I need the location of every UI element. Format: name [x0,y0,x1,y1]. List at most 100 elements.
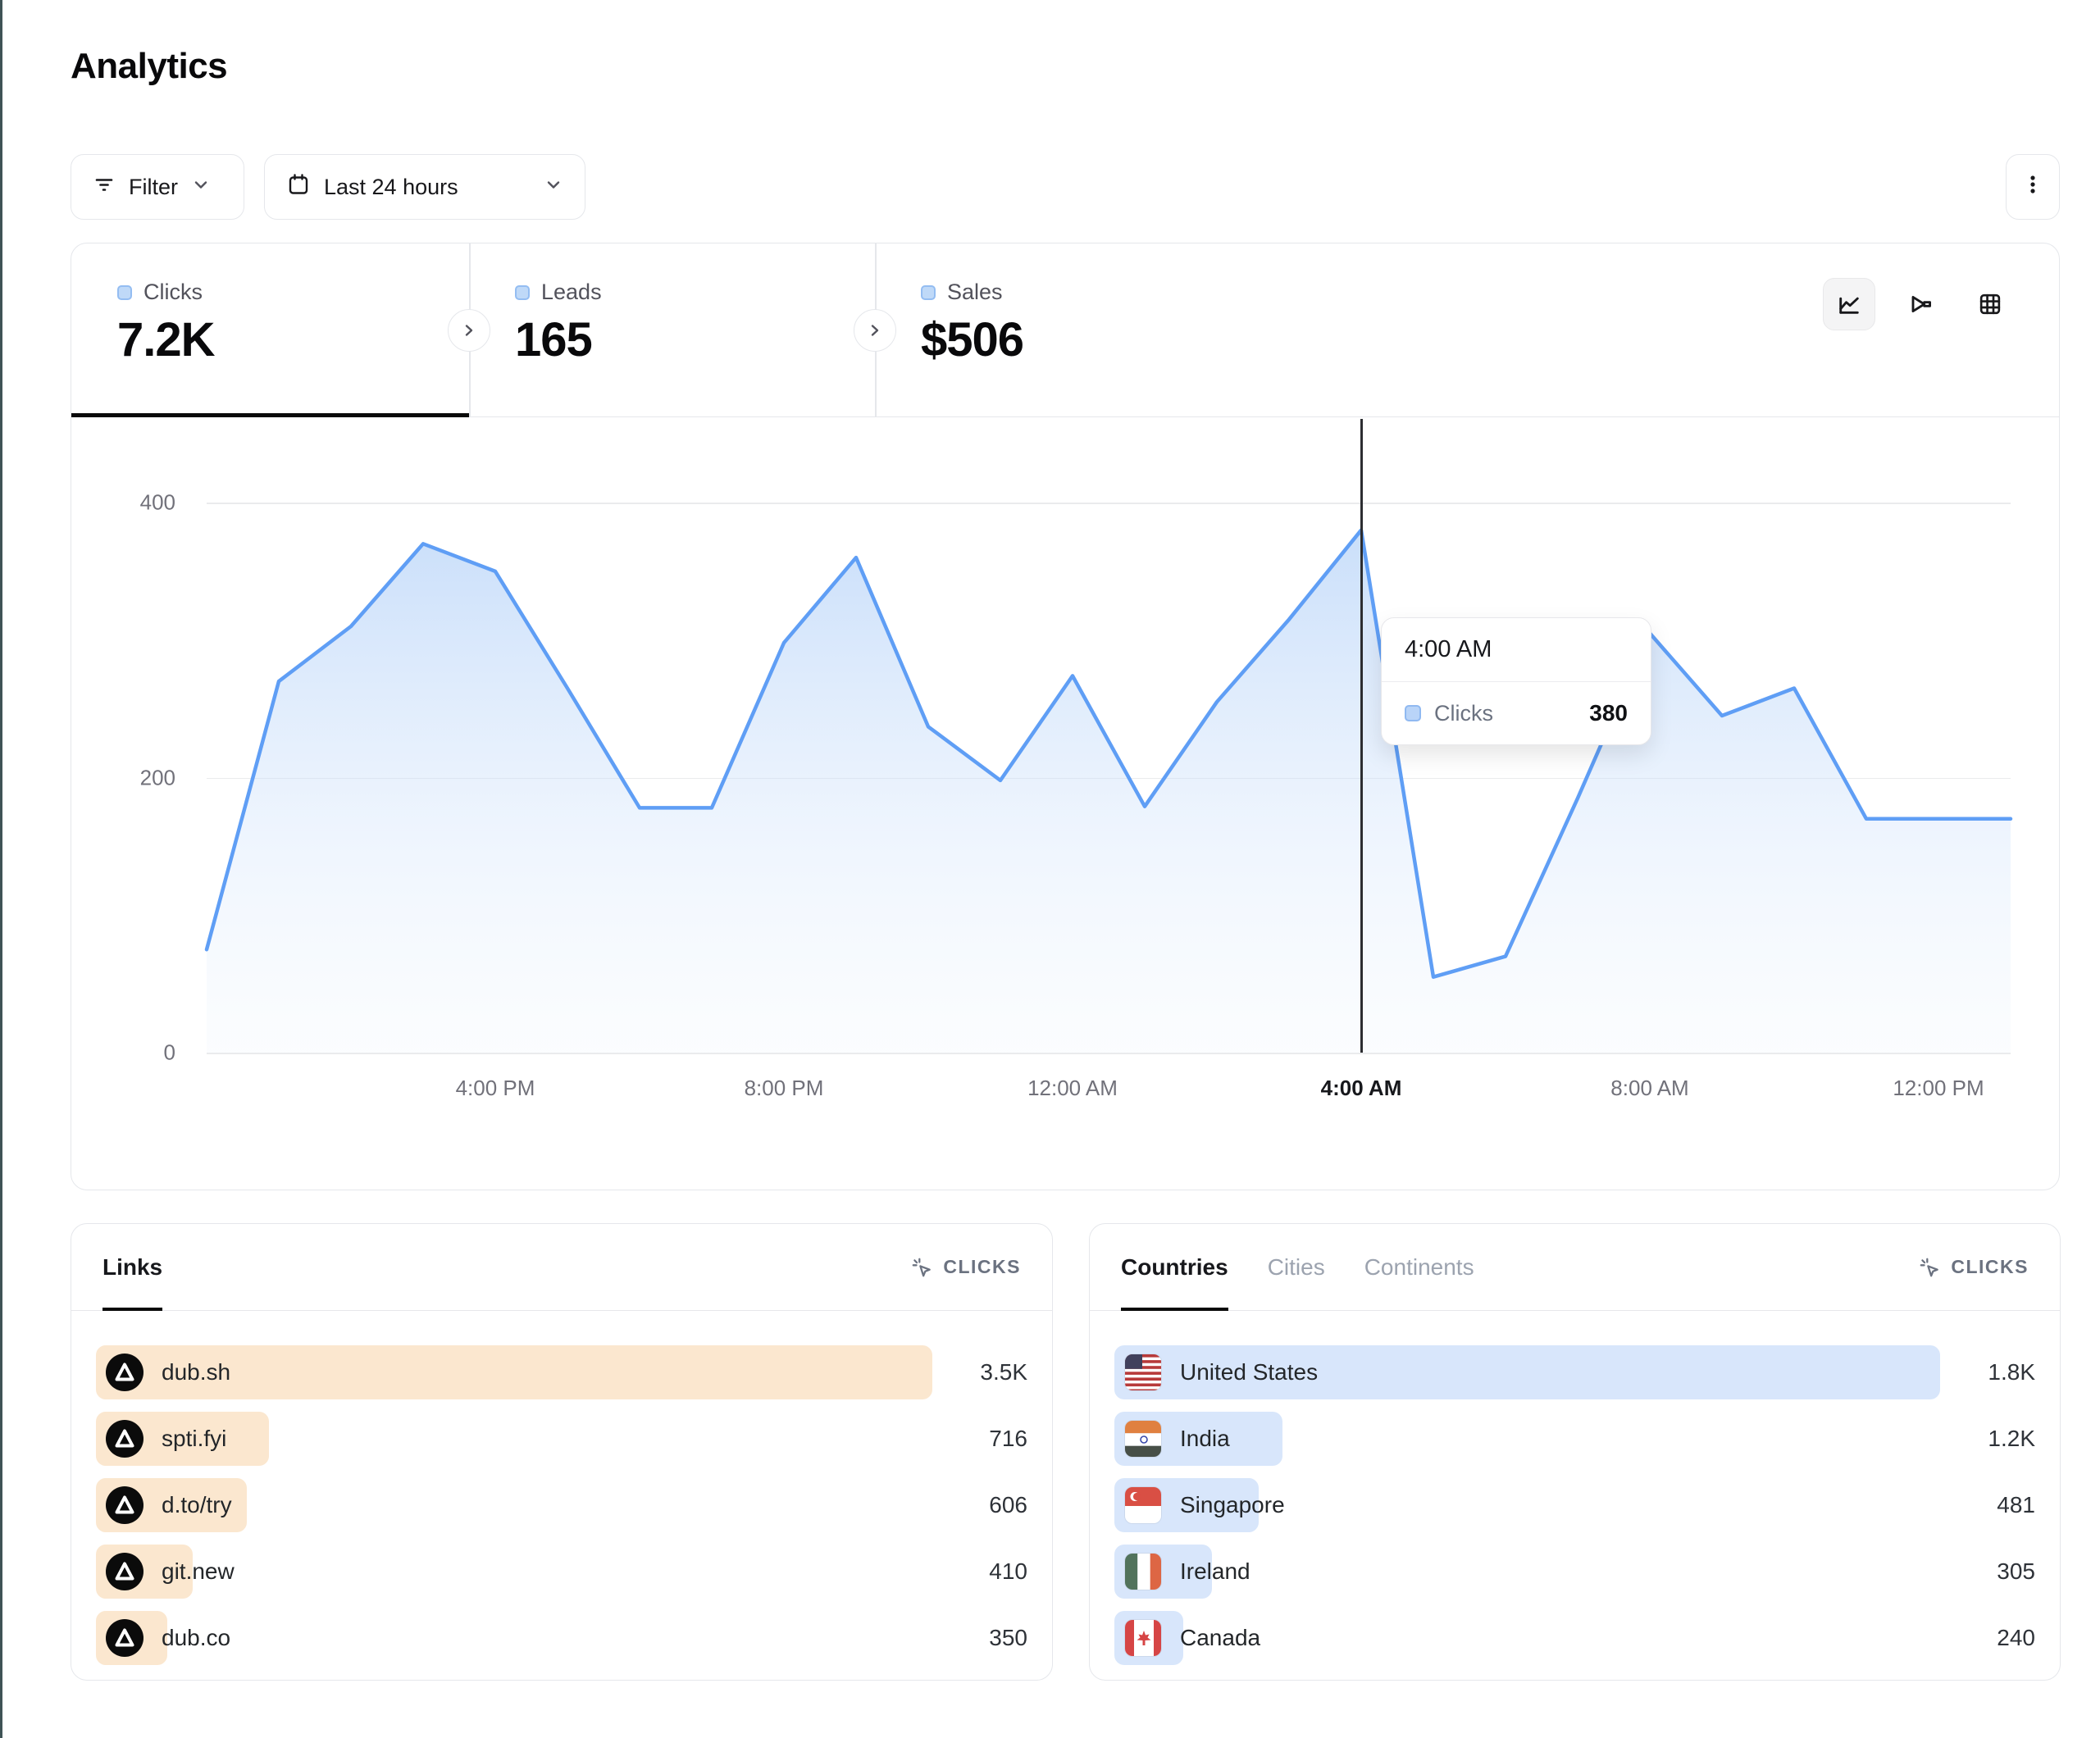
kebab-icon [2021,173,2044,202]
analytics-chart-card: Clicks 7.2K Leads 165 Sales $506 [71,243,2060,1190]
countries-metric[interactable]: CLICKS [1918,1256,2029,1279]
country-row-singapore[interactable]: Singapore 481 [1114,1478,2035,1532]
link-row-dub-co[interactable]: dub.co 350 [96,1611,1027,1665]
tab-continents[interactable]: Continents [1364,1224,1474,1311]
link-row-git-new[interactable]: git.new 410 [96,1545,1027,1599]
link-name: d.to/try [162,1492,232,1518]
link-clicks: 606 [945,1492,1027,1518]
dub-logo-icon [106,1420,143,1458]
hover-rule [1360,419,1363,1053]
funnel-icon [1906,291,1933,317]
dub-logo-icon [106,1486,143,1524]
link-name: dub.sh [162,1359,230,1385]
link-row-dub-sh[interactable]: dub.sh 3.5K [96,1345,1027,1399]
clicks-value: 7.2K [117,312,215,367]
tooltip-series-label: Clicks [1434,701,1493,726]
x-tick: 12:00 AM [1027,1076,1118,1101]
country-clicks: 1.8K [1953,1359,2035,1385]
links-metric[interactable]: CLICKS [910,1256,1021,1279]
x-tick: 4:00 PM [456,1076,535,1101]
tab-leads[interactable]: Leads 165 [469,243,875,417]
leads-legend-icon [515,285,530,300]
clicks-area-chart [207,503,2011,1053]
stats-header: Clicks 7.2K Leads 165 Sales $506 [71,243,2059,417]
more-menu-button[interactable] [2006,154,2060,220]
sales-legend-icon [921,285,936,300]
date-range-button[interactable]: Last 24 hours [264,154,585,220]
link-name: git.new [162,1558,235,1585]
tab-links[interactable]: Links [102,1224,162,1311]
y-tick-0: 0 [77,1040,175,1066]
link-name: spti.fyi [162,1426,226,1452]
gridline-0 [207,1053,2011,1054]
x-tick: 12:00 PM [1893,1076,1984,1101]
filter-icon [93,173,116,202]
link-clicks: 3.5K [945,1359,1027,1385]
calendar-icon [286,172,311,202]
country-row-canada[interactable]: Canada 240 [1114,1611,2035,1665]
filter-button[interactable]: Filter [71,154,244,220]
leads-label: Leads [541,280,602,305]
chevron-down-icon [544,175,563,200]
canada-flag-icon [1124,1619,1162,1657]
us-flag-icon [1124,1354,1162,1391]
x-tick-highlighted: 4:00 AM [1321,1076,1402,1101]
expand-leads-button[interactable] [448,309,490,352]
clicks-legend-icon [1405,705,1421,721]
country-name: Singapore [1180,1492,1285,1518]
country-clicks: 305 [1953,1558,2035,1585]
dub-logo-icon [106,1553,143,1590]
country-clicks: 240 [1953,1625,2035,1651]
india-flag-icon [1124,1420,1162,1458]
chevron-right-icon [866,321,884,339]
clicks-time-series-plot[interactable]: 400 200 0 4:00 AM Clicks 380 4:00 PM 8:0… [207,503,2011,1053]
y-tick-400: 400 [77,490,175,516]
ireland-flag-icon [1124,1553,1162,1590]
country-name: Ireland [1180,1558,1250,1585]
dub-logo-icon [106,1354,143,1391]
chart-view-switcher [1823,278,2016,330]
link-clicks: 716 [945,1426,1027,1452]
dub-logo-icon [106,1619,143,1657]
grid-icon [1977,291,2003,317]
tab-clicks[interactable]: Clicks 7.2K [71,243,469,417]
country-name: Canada [1180,1625,1260,1651]
link-row-d-to-try[interactable]: d.to/try 606 [96,1478,1027,1532]
sales-label: Sales [947,280,1003,305]
country-name: United States [1180,1359,1318,1385]
country-row-india[interactable]: India 1.2K [1114,1412,2035,1466]
y-tick-200: 200 [77,765,175,790]
singapore-flag-icon [1124,1486,1162,1524]
links-list: dub.sh 3.5K spti.fyi 716 d.to/try 606 gi… [71,1311,1052,1665]
countries-panel: Countries Cities Continents CLICKS Unite… [1089,1223,2061,1681]
countries-list: United States 1.8K India 1.2K Singapore … [1090,1311,2060,1665]
expand-sales-button[interactable] [854,309,896,352]
x-tick: 8:00 AM [1610,1076,1688,1101]
link-row-spti-fyi[interactable]: spti.fyi 716 [96,1412,1027,1466]
leads-value: 165 [515,312,592,367]
country-row-united-states[interactable]: United States 1.8K [1114,1345,2035,1399]
filter-label: Filter [129,175,178,200]
sales-value: $506 [921,312,1023,367]
link-clicks: 410 [945,1558,1027,1585]
page-title: Analytics [71,46,227,87]
chevron-right-icon [460,321,478,339]
tab-cities[interactable]: Cities [1268,1224,1325,1311]
country-name: India [1180,1426,1230,1452]
clicks-legend-icon [117,285,132,300]
x-tick: 8:00 PM [745,1076,824,1101]
funnel-view-button[interactable] [1893,278,1946,330]
cursor-click-icon [910,1256,933,1279]
country-row-ireland[interactable]: Ireland 305 [1114,1545,2035,1599]
chevron-down-icon [191,175,211,200]
links-panel: Links CLICKS dub.sh 3.5K spti.fyi 716 [71,1223,1053,1681]
link-name: dub.co [162,1625,230,1651]
date-range-label: Last 24 hours [324,175,458,200]
tab-sales[interactable]: Sales $506 [875,243,1281,417]
link-clicks: 350 [945,1625,1027,1651]
active-tab-underline [71,413,469,417]
tab-countries[interactable]: Countries [1121,1224,1228,1311]
line-chart-icon [1836,291,1862,317]
table-view-button[interactable] [1964,278,2016,330]
line-chart-view-button[interactable] [1823,278,1875,330]
